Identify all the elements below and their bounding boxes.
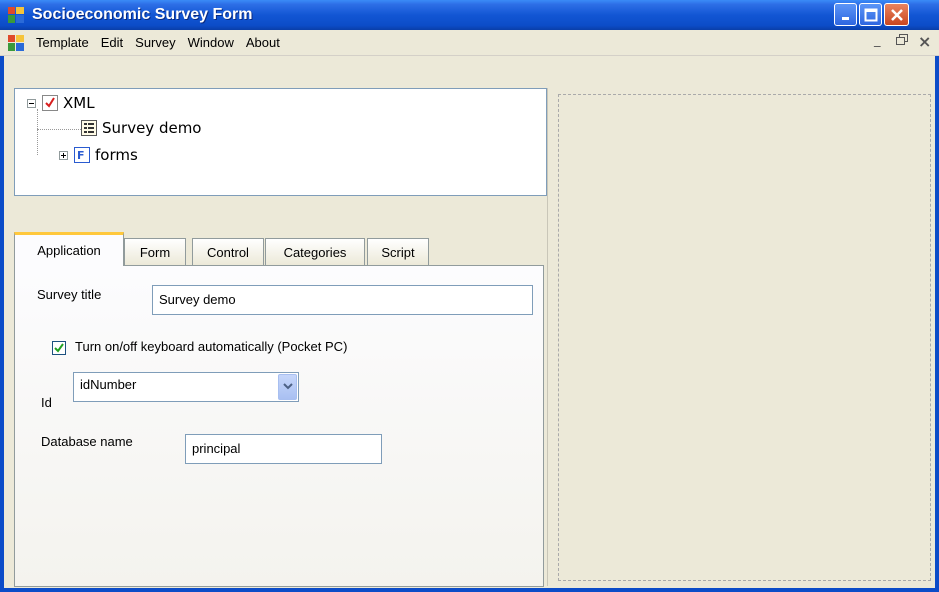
close-button[interactable] [884,3,909,26]
window-border [0,588,939,592]
mdi-child-icon[interactable] [8,34,24,51]
tree-node-label: forms [95,146,138,164]
form-design-area[interactable] [558,94,931,581]
svg-text:F: F [77,149,85,162]
window-border [935,56,939,592]
tab-control[interactable]: Control [192,238,264,265]
window-border [0,56,4,592]
splitter[interactable] [547,88,548,586]
keyboard-checkbox-label[interactable]: Turn on/off keyboard automatically (Pock… [75,339,347,354]
mdi-restore-button[interactable] [896,34,908,50]
minimize-button[interactable] [834,3,857,26]
template-tree[interactable]: XML Survey demo F forms [14,88,547,196]
menu-survey[interactable]: Survey [129,35,181,50]
tab-form[interactable]: Form [124,238,186,265]
tree-node-label: XML [63,94,95,112]
check-icon [54,343,64,353]
menu-template[interactable]: Template [30,35,95,50]
tab-application[interactable]: Application [14,232,124,266]
tab-script[interactable]: Script [367,238,429,265]
forms-icon: F [74,147,90,163]
tree-node-label: Survey demo [102,119,202,137]
database-name-input[interactable]: principal [185,434,382,464]
app-icon [8,7,24,23]
id-select[interactable]: idNumber [73,372,299,402]
mdi-close-button[interactable]: × [918,32,931,51]
id-select-value: idNumber [80,377,137,392]
tree-node-forms[interactable]: F forms [59,146,138,164]
expand-icon[interactable] [59,150,68,160]
application-panel: Survey title Survey demo Turn on/off key… [14,265,544,587]
xml-document-icon [42,95,58,111]
menu-window[interactable]: Window [182,35,240,50]
menu-about[interactable]: About [240,35,286,50]
survey-title-label: Survey title [37,287,102,302]
chevron-down-icon[interactable] [278,374,297,400]
title-bar: Socioeconomic Survey Form [0,0,939,30]
tree-line [37,109,38,155]
tree-line [37,129,81,130]
database-name-label: Database name [41,434,133,449]
tree-node-xml[interactable]: XML [27,94,95,112]
keyboard-checkbox[interactable] [52,341,66,355]
menu-edit[interactable]: Edit [95,35,129,50]
menu-bar: Template Edit Survey Window About [0,30,939,56]
id-label: Id [41,395,52,410]
tree-node-survey-demo[interactable]: Survey demo [81,119,202,137]
mdi-minimize-button[interactable]: _ [874,33,881,48]
form-icon [81,120,97,136]
tab-categories[interactable]: Categories [265,238,365,265]
window-title: Socioeconomic Survey Form [32,6,253,23]
survey-title-input[interactable]: Survey demo [152,285,533,315]
collapse-icon[interactable] [27,98,36,108]
maximize-button[interactable] [859,3,882,26]
